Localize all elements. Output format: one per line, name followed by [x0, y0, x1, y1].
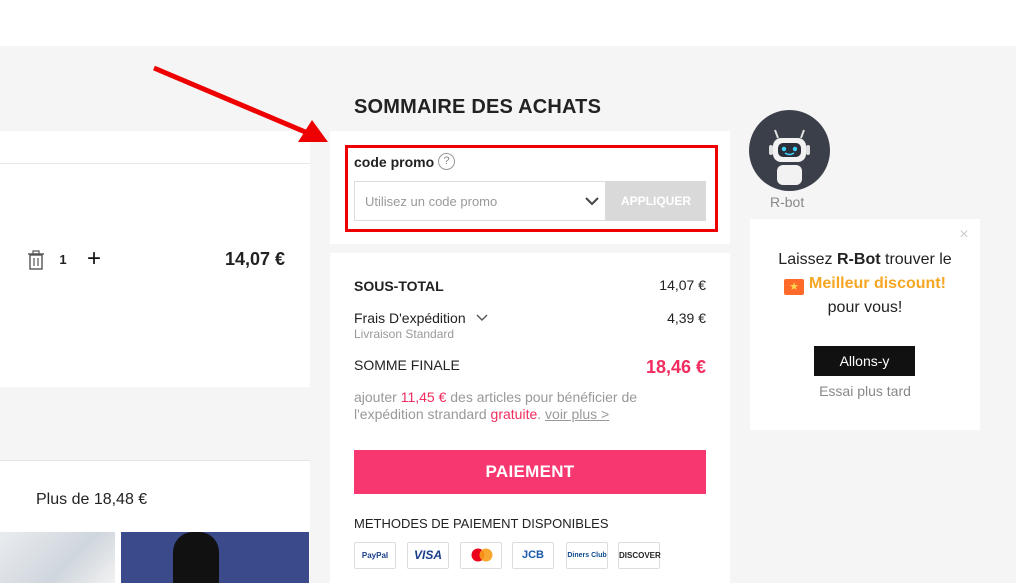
jcb-icon: JCB: [512, 542, 554, 569]
bot-discount-text: Meilleur discount!: [809, 275, 946, 292]
checkout-button[interactable]: PAIEMENT: [354, 450, 706, 494]
top-bar: [0, 0, 1016, 46]
note-text: .: [537, 406, 546, 422]
paypal-icon: PayPal: [354, 542, 396, 569]
subtotal-label: SOUS-TOTAL: [354, 278, 444, 294]
coupon-icon: ★: [784, 279, 805, 295]
bot-message-line-2: ★ Meilleur discount!: [750, 275, 980, 295]
promo-code-label: code promo: [354, 154, 435, 170]
recommend-threshold-label: Plus de 18,48 €: [36, 491, 148, 508]
bot-avatar[interactable]: [749, 110, 830, 191]
visa-icon: VISA: [407, 542, 449, 569]
trash-icon[interactable]: [27, 250, 45, 270]
increase-quantity-button[interactable]: +: [84, 247, 104, 271]
chevron-down-icon[interactable]: [584, 194, 600, 208]
help-icon[interactable]: ?: [438, 153, 455, 170]
subtotal-value: 14,07 €: [659, 277, 706, 293]
item-price: 14,07 €: [224, 249, 285, 269]
bot-go-button[interactable]: Allons-y: [814, 346, 915, 376]
chevron-down-icon[interactable]: [476, 313, 488, 322]
bot-text: Laissez: [778, 251, 837, 268]
robot-icon: [769, 129, 810, 185]
bot-later-link[interactable]: Essai plus tard: [750, 383, 980, 399]
mastercard-logo: [471, 548, 493, 562]
note-amount: 11,45 €: [400, 389, 447, 405]
mastercard-icon: [460, 542, 502, 569]
apply-promo-button[interactable]: APPLIQUER: [606, 181, 706, 221]
summary-title: SOMMAIRE DES ACHATS: [354, 96, 602, 118]
bot-brand: R-Bot: [837, 251, 881, 268]
shipping-label[interactable]: Frais D'expédition: [354, 310, 466, 326]
bot-text: trouver le: [880, 251, 952, 268]
free-shipping-note: ajouter 11,45 € des articles pour bénéfi…: [354, 389, 706, 423]
note-text: ajouter: [354, 389, 401, 405]
diners-club-icon: Diners Club: [566, 542, 608, 569]
shipping-value: 4,39 €: [667, 310, 706, 326]
product-thumbnail[interactable]: [0, 532, 115, 583]
product-figure: [173, 532, 219, 583]
red-arrow-annotation: [153, 65, 328, 142]
shipping-method-label: Livraison Standard: [354, 327, 455, 341]
payment-methods-title: METHODES DE PAIEMENT DISPONIBLES: [354, 516, 609, 531]
cart-divider: [0, 163, 310, 164]
promo-input-container: [354, 181, 606, 221]
discover-icon: DISCOVER: [618, 542, 661, 569]
product-thumbnail[interactable]: [121, 532, 309, 583]
note-free: gratuite: [490, 406, 538, 422]
bot-name: R-bot: [770, 194, 805, 210]
final-total-value: 18,46 €: [645, 357, 706, 377]
bot-message-line-3: pour vous!: [827, 299, 903, 316]
bot-message-line-1: Laissez R-Bot trouver le: [750, 251, 980, 269]
quantity-value: 1: [59, 252, 67, 267]
see-more-link[interactable]: voir plus >: [545, 406, 609, 422]
close-icon[interactable]: ×: [956, 226, 972, 244]
promo-code-input[interactable]: [355, 182, 575, 220]
final-total-label: SOMME FINALE: [354, 357, 460, 373]
